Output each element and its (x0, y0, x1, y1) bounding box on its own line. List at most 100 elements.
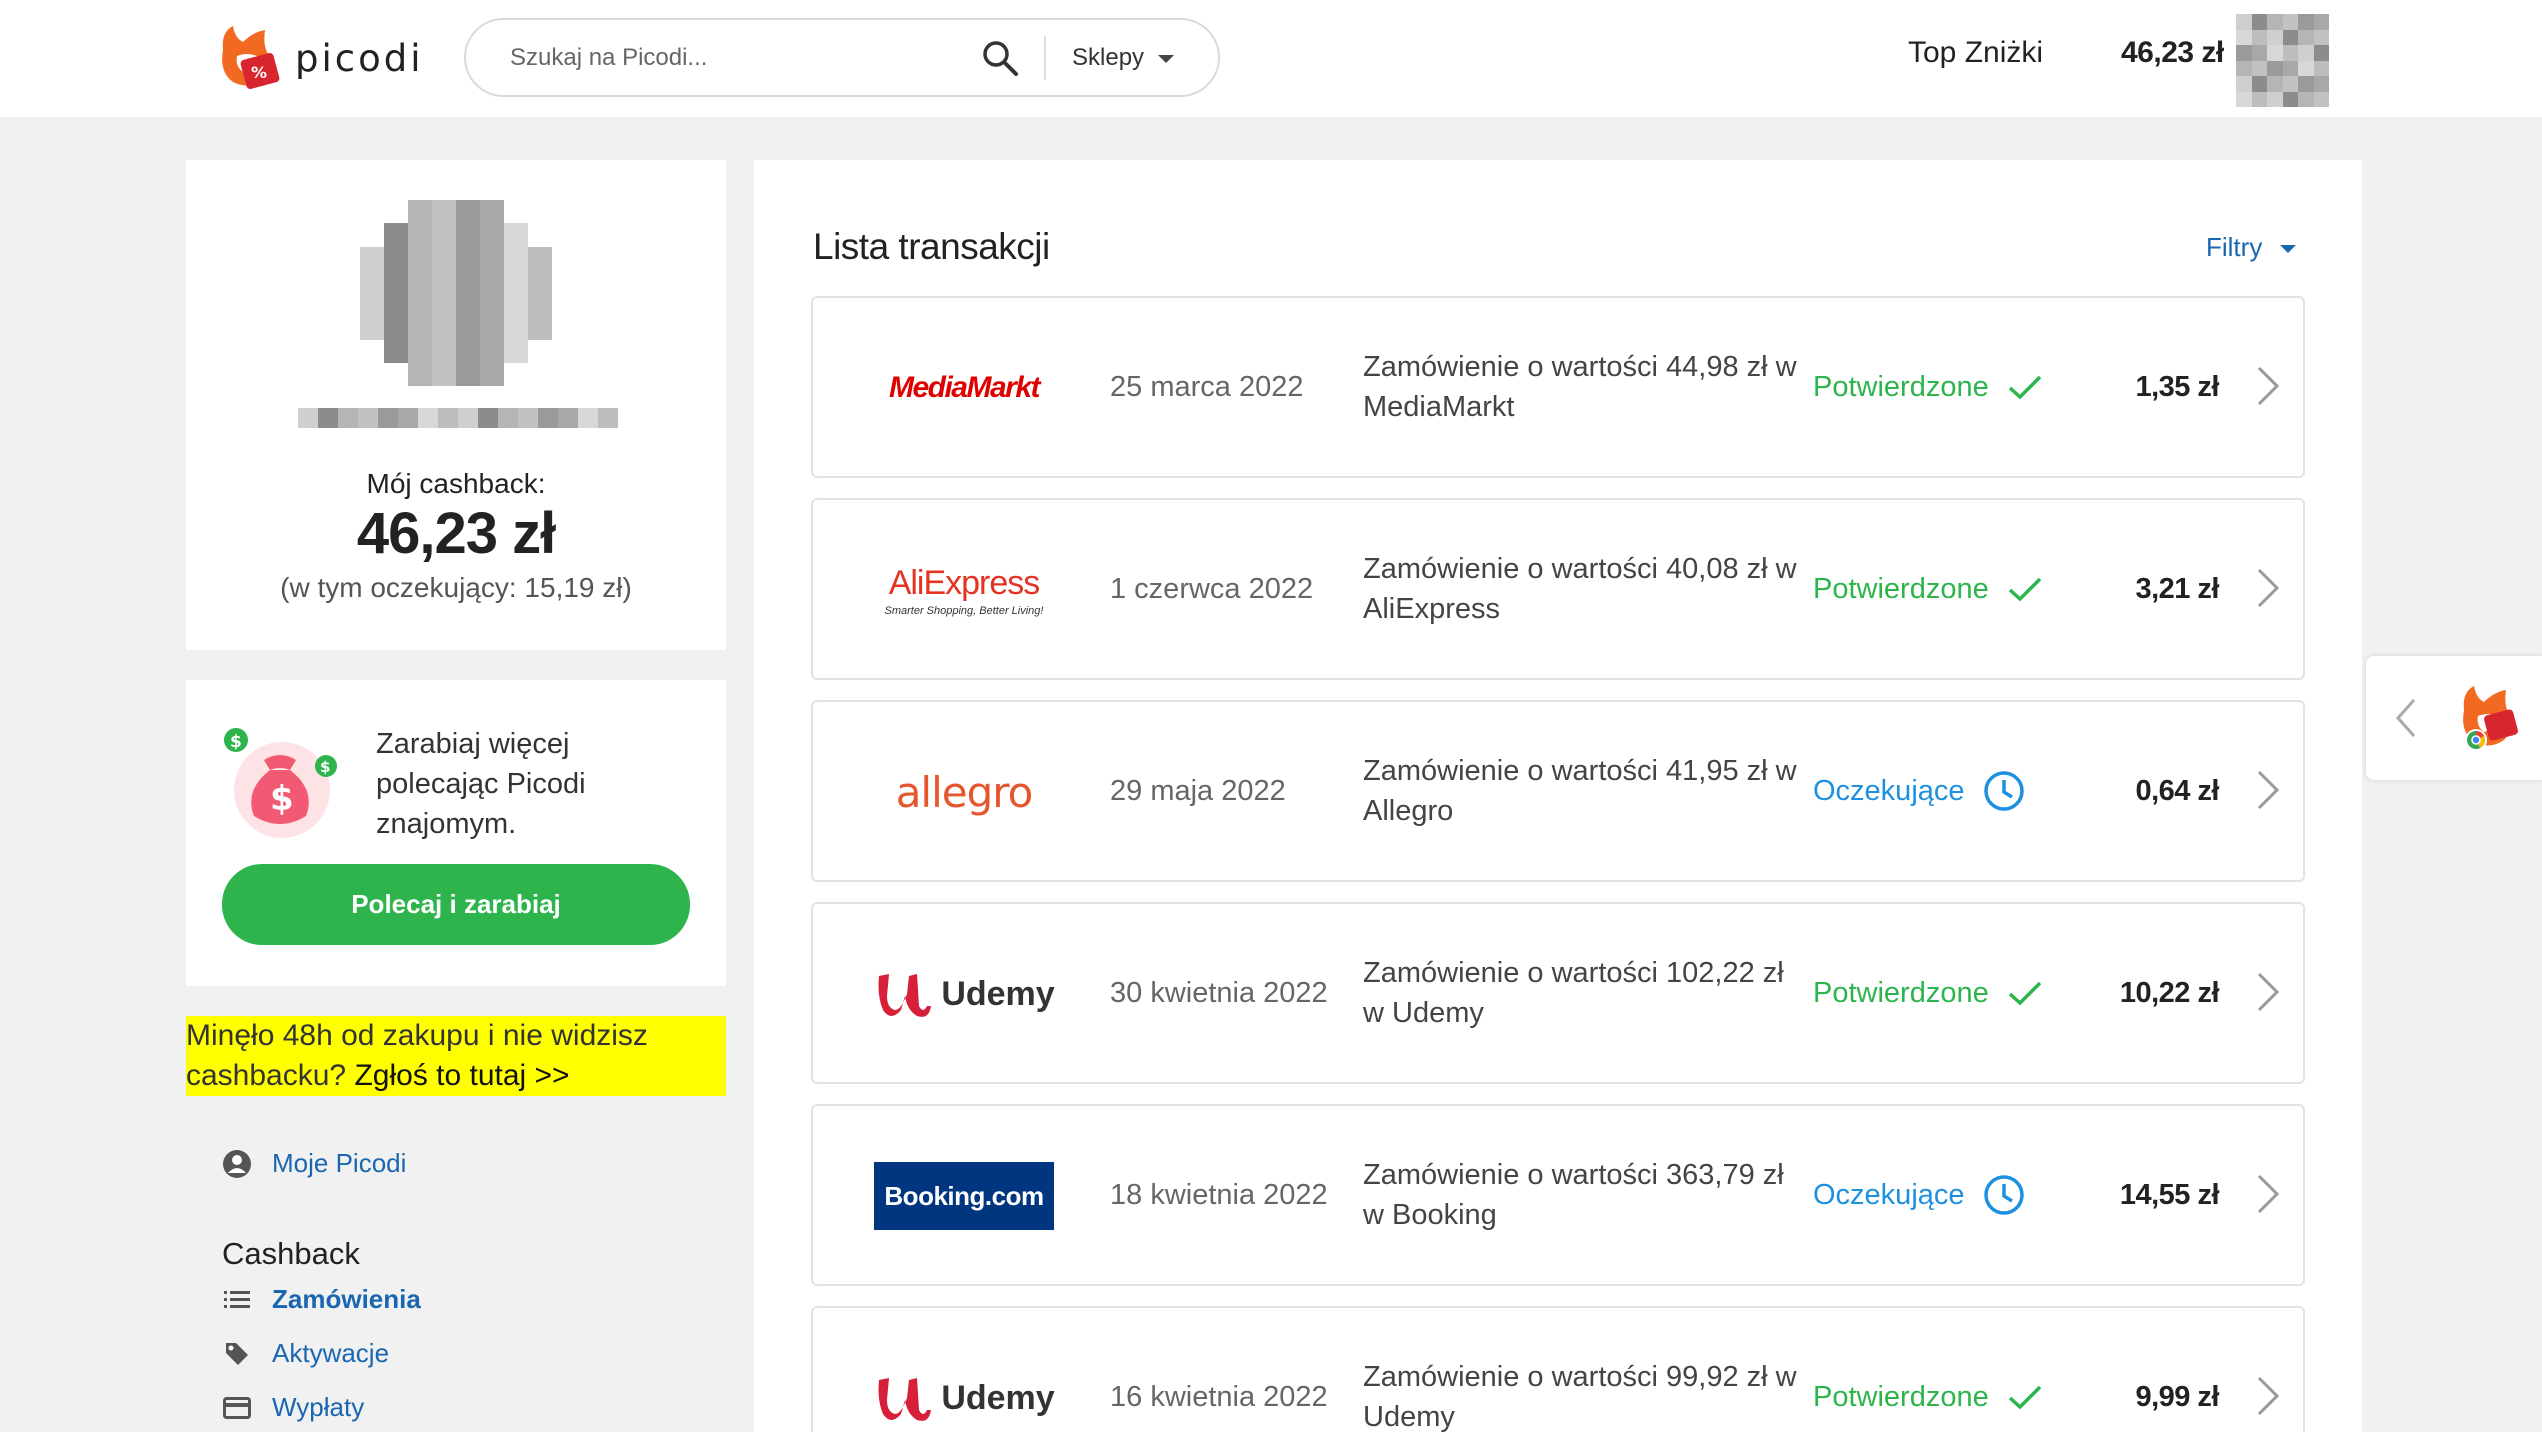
avatar-pixel (2251, 29, 2267, 45)
filters-dropdown[interactable]: Filtry (2206, 232, 2297, 263)
transaction-date: 1 czerwca 2022 (1110, 572, 1314, 605)
avatar-pixel (456, 269, 480, 293)
avatar-pixel (432, 223, 456, 247)
clock-icon (1983, 770, 2025, 812)
menu-orders[interactable]: Zamówienia (222, 1284, 421, 1315)
avatar-pixel (578, 408, 598, 428)
transaction-status: Potwierdzone (1813, 298, 2043, 476)
search-divider (1044, 36, 1046, 80)
chevron-right-icon[interactable] (2253, 1374, 2283, 1418)
transactions-title: Lista transakcji (813, 226, 1050, 267)
transaction-date: 29 maja 2022 (1110, 774, 1286, 807)
check-icon (2007, 575, 2043, 603)
user-icon (222, 1149, 252, 1179)
transaction-amount: 10,22 zł (2119, 976, 2220, 1009)
chevron-right-icon[interactable] (2253, 768, 2283, 812)
store-name: MediaMarkt (888, 371, 1041, 404)
avatar-pixel (408, 269, 432, 293)
avatar-pixel (480, 339, 504, 363)
chevron-right-icon[interactable] (2253, 970, 2283, 1014)
extension-widget[interactable] (2366, 656, 2542, 780)
transaction-row[interactable]: AliExpress Smarter Shopping, Better Livi… (811, 498, 2305, 680)
store-name: Udemy (941, 1378, 1055, 1417)
avatar-pixel (360, 316, 384, 340)
menu-my-picodi[interactable]: Moje Picodi (222, 1148, 406, 1179)
refer-card: $ $ $ Zarabiaj więcej polecając Picodi z… (186, 680, 726, 986)
user-avatar[interactable] (2236, 14, 2329, 107)
aliexpress-logo: AliExpress Smarter Shopping, Better Livi… (869, 540, 1059, 640)
report-link[interactable]: Zgłoś to tutaj >> (354, 1059, 569, 1092)
svg-text:$: $ (230, 732, 242, 752)
transaction-amount: 9,99 zł (2135, 1380, 2219, 1413)
transaction-row[interactable]: Booking.com 18 kwietnia 2022 Zamówienie … (811, 1104, 2305, 1286)
avatar-pixel (456, 362, 480, 386)
top-discounts-link[interactable]: Top Zniżki (1908, 36, 2043, 70)
list-icon (222, 1285, 252, 1315)
avatar-pixel (2267, 91, 2283, 107)
transaction-row[interactable]: Udemy 16 kwietnia 2022 Zamówienie o wart… (811, 1306, 2305, 1432)
picodi-logo[interactable]: % picodi (213, 20, 424, 96)
avatar-pixel (2282, 91, 2298, 107)
search-input[interactable] (510, 20, 980, 95)
avatar-pixel (456, 293, 480, 317)
avatar-pixel (504, 316, 528, 340)
avatar-pixel (360, 269, 384, 293)
avatar-pixel (384, 316, 408, 340)
avatar-pixel (528, 269, 552, 293)
chevron-right-icon[interactable] (2253, 1172, 2283, 1216)
avatar-pixel (2282, 76, 2298, 92)
avatar-pixel (480, 200, 504, 224)
picodi-fox-icon: % (213, 22, 285, 94)
avatar-pixel (432, 200, 456, 224)
menu-payouts[interactable]: Wypłaty (222, 1392, 364, 1423)
avatar-pixel (456, 316, 480, 340)
avatar-pixel (480, 362, 504, 386)
search-icon[interactable] (980, 38, 1020, 78)
avatar-pixel (398, 408, 418, 428)
avatar-pixel (458, 408, 478, 428)
logo-text: picodi (295, 36, 424, 80)
store-name: Booking.com (874, 1162, 1054, 1230)
avatar-pixel (504, 339, 528, 363)
avatar-pixel (504, 363, 528, 386)
transaction-date: 30 kwietnia 2022 (1110, 976, 1328, 1009)
transaction-amount: 14,55 zł (2119, 1178, 2220, 1211)
avatar-pixel (480, 316, 504, 340)
store-name: Udemy (941, 974, 1055, 1013)
avatar-pixel (2298, 91, 2314, 107)
avatar-pixel (528, 316, 552, 340)
refer-button[interactable]: Polecaj i zarabiaj (222, 864, 690, 945)
transaction-row[interactable]: MediaMarkt 25 marca 2022 Zamówienie o wa… (811, 296, 2305, 478)
menu-activations[interactable]: Aktywacje (222, 1338, 389, 1369)
avatar-pixel (538, 408, 558, 428)
transaction-row[interactable]: Udemy 30 kwietnia 2022 Zamówienie o wart… (811, 902, 2305, 1084)
picodi-extension-icon (2454, 682, 2526, 759)
avatar-pixel (408, 223, 432, 247)
avatar-pixel (2267, 45, 2283, 61)
avatar-pixel (2298, 29, 2314, 45)
avatar-pixel (2267, 14, 2283, 30)
avatar-pixel (456, 339, 480, 363)
header-balance[interactable]: 46,23 zł (2121, 36, 2224, 70)
menu-payouts-label: Wypłaty (272, 1392, 365, 1422)
status-label: Oczekujące (1813, 1178, 1965, 1211)
transaction-description: Zamówienie o wartości 99,92 zł w Udemy (1363, 1361, 1797, 1432)
avatar-pixel (2313, 91, 2329, 107)
store-name: AliExpress (888, 563, 1041, 602)
avatar-pixel (2298, 60, 2314, 76)
avatar-pixel (558, 408, 578, 428)
shops-dropdown[interactable]: Sklepy (1072, 20, 1175, 95)
shops-label: Sklepy (1072, 43, 1145, 71)
transaction-amount: 3,21 zł (2135, 572, 2219, 605)
avatar-pixel (384, 200, 408, 223)
chevron-left-icon[interactable] (2394, 696, 2418, 745)
avatar-pixel (408, 362, 432, 386)
chevron-right-icon[interactable] (2253, 364, 2283, 408)
transaction-row[interactable]: allegro 29 maja 2022 Zamówienie o wartoś… (811, 700, 2305, 882)
avatar-pixel (384, 293, 408, 317)
avatar-pixel (504, 200, 528, 223)
avatar-pixel (2236, 60, 2252, 76)
transaction-status: Potwierdzone (1813, 1308, 2043, 1432)
chevron-right-icon[interactable] (2253, 566, 2283, 610)
udemy-u-icon (878, 974, 932, 1017)
